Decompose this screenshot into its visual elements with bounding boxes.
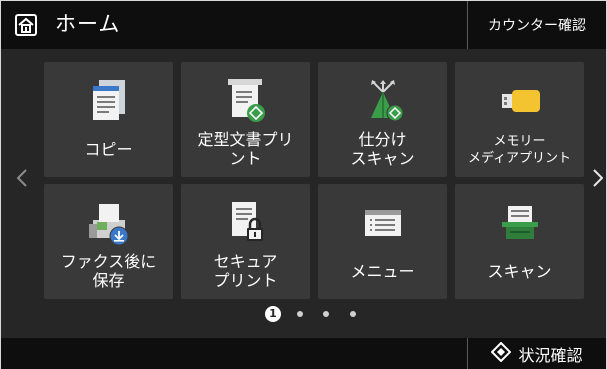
status-diamond-icon <box>491 341 512 366</box>
tile-template-print[interactable]: 定型文書プリ ント <box>181 62 310 177</box>
copy-icon <box>85 76 133 126</box>
tile-label: スキャン <box>487 262 552 281</box>
template-print-icon <box>222 76 270 126</box>
page-title: ホーム <box>55 12 121 36</box>
status-check-label: 状況確認 <box>518 345 583 365</box>
tile-label: メモリー メディアプリント <box>467 134 572 166</box>
sort-scan-icon <box>359 76 407 126</box>
page-indicator-current: 1 <box>265 306 281 322</box>
tile-label: メニュー <box>350 262 415 281</box>
previous-page-arrow-icon[interactable] <box>17 169 27 187</box>
tile-menu[interactable]: メニュー <box>318 184 447 299</box>
footer-bar: 状況確認 <box>1 338 606 369</box>
tile-scan[interactable]: スキャン <box>455 184 584 299</box>
next-page-arrow-icon[interactable] <box>593 169 603 187</box>
tile-memory-media-print[interactable]: メモリー メディアプリント <box>455 62 584 177</box>
fax-save-icon <box>85 198 133 248</box>
memory-media-icon <box>496 76 544 126</box>
header-bar: ホーム カウンター確認 <box>1 1 606 49</box>
home-icon[interactable] <box>15 14 37 36</box>
tile-secure-print[interactable]: セキュア プリント <box>181 184 310 299</box>
page-indicator-dot <box>297 311 303 317</box>
page-indicator-dot <box>323 311 329 317</box>
scan-icon <box>496 198 544 248</box>
tile-fax-save[interactable]: ファクス後に 保存 <box>44 184 173 299</box>
tile-label: 定型文書プリ ント <box>197 130 294 168</box>
counter-check-button[interactable]: カウンター確認 <box>468 1 606 49</box>
tile-label: ファクス後に 保存 <box>60 252 157 290</box>
tile-label: コピー <box>84 140 133 159</box>
page-indicator-dot <box>350 311 356 317</box>
status-check-button[interactable]: 状況確認 <box>468 338 606 369</box>
screen: ホーム カウンター確認 コピー 定型文書プリ ント 仕分け スキャン メモリー … <box>0 0 607 369</box>
tile-label: 仕分け スキャン <box>350 130 415 168</box>
tile-copy[interactable]: コピー <box>44 62 173 177</box>
menu-icon <box>359 198 407 248</box>
tile-sort-scan[interactable]: 仕分け スキャン <box>318 62 447 177</box>
secure-print-icon <box>222 198 270 248</box>
tile-label: セキュア プリント <box>213 252 278 290</box>
